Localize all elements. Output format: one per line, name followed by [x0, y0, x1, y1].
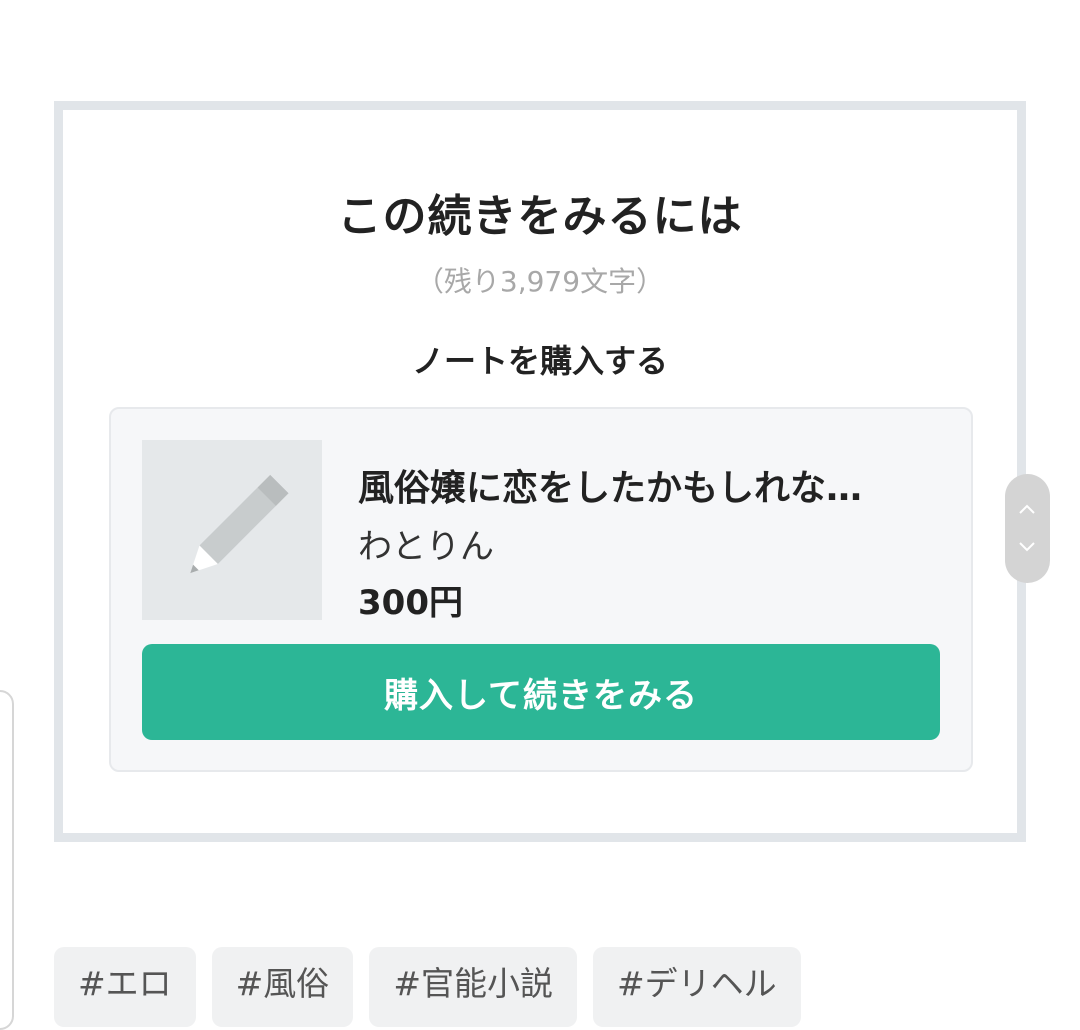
note-price: 300円: [358, 583, 463, 623]
hashtag-item[interactable]: #エロ: [54, 947, 196, 1027]
buy-and-continue-button[interactable]: 購入して続きをみる: [142, 644, 940, 740]
hashtag-item[interactable]: #官能小説: [369, 947, 577, 1027]
chevron-up-icon: [1019, 504, 1035, 514]
pencil-icon: [190, 474, 289, 574]
paywall-title: この続きをみるには: [337, 191, 743, 242]
note-purchase-card: 風俗嬢に恋をしたかもしれな… わとりん 300円 購入して続きをみる: [109, 407, 973, 772]
hashtag-item[interactable]: #風俗: [211, 947, 354, 1027]
note-author[interactable]: わとりん: [358, 519, 494, 568]
hashtag-item[interactable]: #デリヘル: [592, 947, 801, 1027]
paywall-box: この続きをみるには （残り3,979文字） ノートを購入する 風俗嬢に恋をしたか…: [54, 101, 1026, 842]
side-panel-edge: [0, 690, 14, 1030]
scroll-handle[interactable]: [1005, 474, 1050, 583]
chevron-down-icon: [1019, 542, 1035, 552]
note-thumbnail: [142, 440, 322, 620]
purchase-note-heading: ノートを購入する: [411, 342, 668, 380]
remaining-characters: （残り3,979文字）: [415, 265, 665, 298]
note-title[interactable]: 風俗嬢に恋をしたかもしれな…: [358, 459, 918, 511]
hashtag-list: #エロ #風俗 #官能小説 #デリヘル: [54, 947, 801, 1027]
